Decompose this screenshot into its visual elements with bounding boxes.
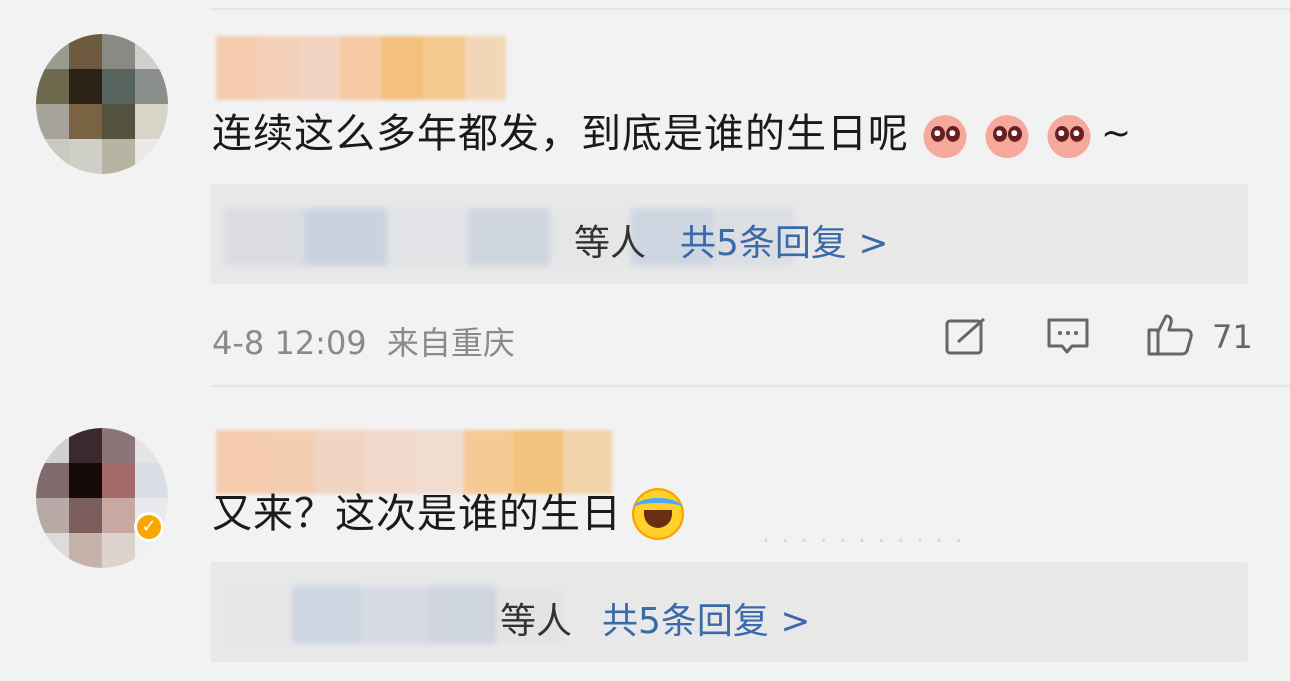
reply-others-label: 等人 bbox=[574, 223, 647, 264]
share-icon[interactable] bbox=[944, 316, 988, 356]
heart-eyes-emoji bbox=[919, 108, 971, 160]
heart-eyes-emoji bbox=[1043, 108, 1095, 160]
reply-preview[interactable]: 等人 共5条回复 > bbox=[210, 562, 1248, 662]
comment-location: 来自重庆 bbox=[386, 324, 515, 362]
comment-icon[interactable] bbox=[1046, 316, 1090, 356]
comment-meta: 4-8 12:09 来自重庆 bbox=[212, 318, 515, 364]
divider bbox=[210, 8, 1290, 10]
comment-text: 连续这么多年都发，到底是谁的生日呢 ~ bbox=[212, 108, 1132, 160]
reply-others-label: 等人 bbox=[500, 601, 573, 642]
username-blurred[interactable] bbox=[216, 430, 612, 494]
comment-body: 连续这么多年都发，到底是谁的生日呢 bbox=[212, 111, 909, 157]
divider bbox=[210, 385, 1290, 387]
comment-body: 又来？这次是谁的生日 bbox=[212, 491, 622, 537]
username-blurred[interactable] bbox=[216, 36, 506, 100]
comment-time: 4-8 12:09 bbox=[212, 324, 367, 362]
heart-eyes-emoji bbox=[981, 108, 1033, 160]
view-replies-link[interactable]: 共5条回复 > bbox=[602, 592, 811, 644]
comment-text: 又来？这次是谁的生日 bbox=[212, 488, 684, 540]
reply-preview[interactable]: 等人 共5条回复 > bbox=[210, 184, 1248, 284]
thumbs-up-icon[interactable] bbox=[1146, 312, 1194, 356]
avatar[interactable] bbox=[36, 428, 168, 568]
verified-badge: ✓ bbox=[134, 512, 164, 542]
like-count: 71 bbox=[1212, 318, 1253, 356]
comment-trailing: ~ bbox=[1101, 113, 1133, 154]
view-replies-link[interactable]: 共5条回复 > bbox=[680, 214, 889, 266]
watermark: · · · · · · · · · · · bbox=[762, 527, 965, 555]
laugh-cry-emoji bbox=[632, 488, 684, 540]
avatar[interactable] bbox=[36, 34, 168, 174]
